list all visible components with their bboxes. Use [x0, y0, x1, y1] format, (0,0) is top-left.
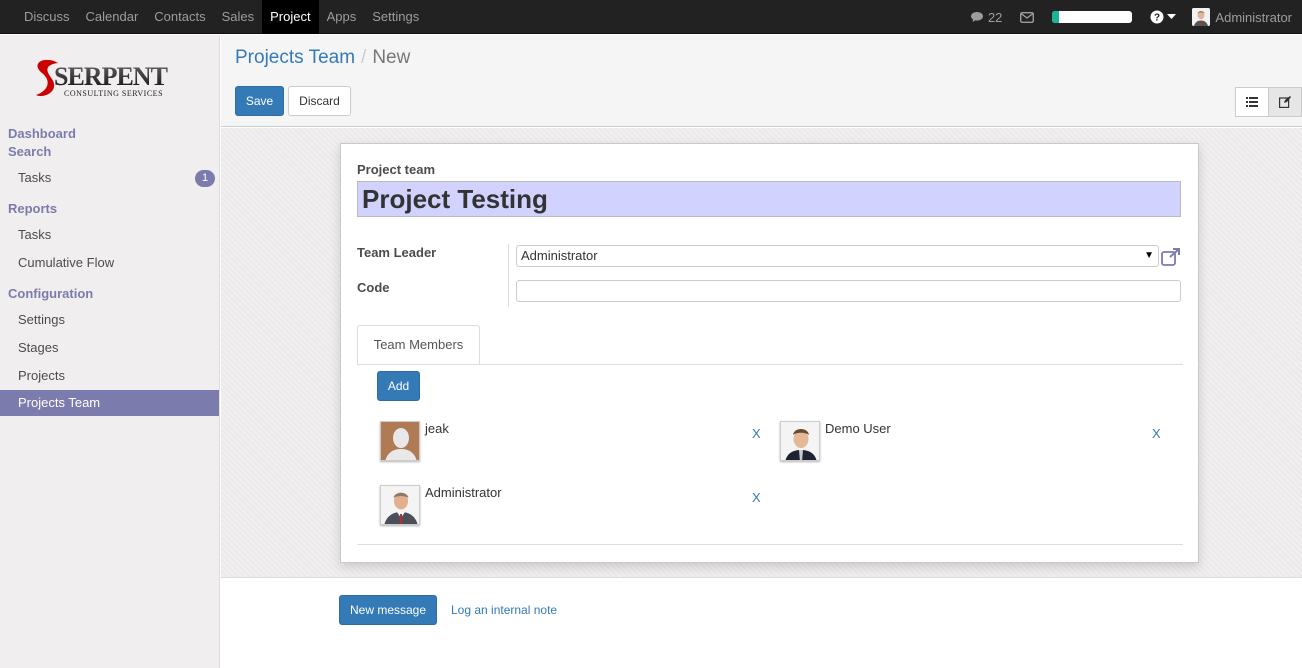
section-divider: [357, 544, 1183, 545]
log-internal-note-link[interactable]: Log an internal note: [451, 603, 557, 617]
chevron-down-icon: [1167, 14, 1177, 19]
menu-apps[interactable]: Apps: [319, 0, 365, 34]
question-icon: ?: [1150, 10, 1164, 24]
sidebar-item-stages[interactable]: Stages: [0, 335, 219, 361]
company-logo: SERPENT CONSULTING SERVICES: [30, 55, 190, 105]
external-link-button[interactable]: [1161, 248, 1181, 269]
menu-discuss[interactable]: Discuss: [16, 0, 78, 34]
member-card: Demo User X: [780, 421, 1180, 471]
member-name: Demo User: [825, 421, 891, 436]
new-message-button[interactable]: New message: [339, 595, 437, 625]
discard-button[interactable]: Discard: [288, 86, 351, 116]
code-input[interactable]: [516, 280, 1181, 302]
progress-fill: [1052, 11, 1059, 23]
user-menu[interactable]: Administrator: [1192, 0, 1302, 34]
member-card: Administrator X: [380, 485, 780, 535]
list-icon: [1246, 97, 1258, 107]
main-menu: Discuss Calendar Contacts Sales Project …: [16, 0, 427, 34]
project-team-label: Project team: [357, 162, 436, 177]
add-member-button[interactable]: Add: [377, 371, 420, 401]
breadcrumb-current: New: [372, 47, 411, 68]
progress-indicator: [1052, 0, 1133, 34]
progress-bar: [1052, 11, 1133, 23]
messages-count: 22: [987, 9, 1003, 25]
sidebar: SERPENT CONSULTING SERVICES Dashboard Se…: [0, 35, 220, 668]
member-avatar: [380, 421, 420, 461]
chat-icon: [970, 12, 983, 22]
team-leader-value: Administrator: [521, 248, 598, 263]
menu-calendar[interactable]: Calendar: [78, 0, 147, 34]
top-navbar: Discuss Calendar Contacts Sales Project …: [0, 0, 1302, 34]
project-team-name-input[interactable]: Project Testing: [357, 181, 1181, 217]
list-view-button[interactable]: [1235, 87, 1269, 117]
control-panel: Projects Team / New Save Discard: [221, 35, 1302, 127]
team-leader-label: Team Leader: [357, 245, 437, 260]
save-button[interactable]: Save: [235, 86, 284, 116]
sidebar-item-reports-tasks[interactable]: Tasks: [0, 222, 219, 248]
sidebar-item-dashboard[interactable]: Dashboard: [8, 126, 76, 141]
remove-member-button[interactable]: X: [752, 426, 761, 441]
dropdown-caret-icon: ▼: [1144, 250, 1154, 261]
form-sheet: Project team Project Testing Team Leader…: [340, 143, 1199, 563]
user-name: Administrator: [1215, 9, 1292, 25]
sidebar-section-configuration: Configuration: [8, 286, 94, 301]
remove-member-button[interactable]: X: [752, 490, 761, 505]
help-menu[interactable]: ?: [1150, 0, 1177, 34]
user-avatar: [1192, 8, 1211, 26]
member-avatar: [380, 485, 420, 525]
breadcrumb-parent[interactable]: Projects Team: [235, 47, 355, 68]
field-divider: [508, 244, 509, 307]
edit-icon: [1279, 96, 1291, 108]
menu-sales[interactable]: Sales: [214, 0, 263, 34]
team-leader-select[interactable]: Administrator ▼: [516, 245, 1159, 267]
member-name: Administrator: [425, 485, 502, 500]
tab-team-members[interactable]: Team Members: [357, 325, 480, 365]
form-view-button[interactable]: [1268, 87, 1302, 117]
serpent-logo: SERPENT CONSULTING SERVICES: [36, 59, 169, 98]
sidebar-item-settings[interactable]: Settings: [0, 307, 219, 333]
breadcrumb-separator: /: [361, 47, 367, 68]
member-card: jeak X: [380, 421, 780, 471]
sidebar-item-label: Tasks: [18, 170, 52, 185]
mail-button[interactable]: [1020, 0, 1035, 34]
logo-main-text: SERPENT: [54, 62, 168, 91]
code-label: Code: [357, 280, 390, 295]
member-avatar: [780, 421, 820, 461]
sidebar-item-projects-team[interactable]: Projects Team: [0, 390, 219, 416]
breadcrumb: Projects Team / New: [235, 47, 410, 69]
menu-settings[interactable]: Settings: [364, 0, 427, 34]
sidebar-section-reports: Reports: [8, 201, 58, 216]
sidebar-item-projects[interactable]: Projects: [0, 363, 219, 389]
logo-sub-text: CONSULTING SERVICES: [64, 89, 163, 98]
sidebar-item-tasks[interactable]: Tasks 1: [0, 165, 219, 191]
tasks-count-badge: 1: [195, 170, 215, 187]
tab-divider: [357, 364, 1183, 365]
external-link-icon: [1161, 248, 1180, 266]
sidebar-item-cumulative-flow[interactable]: Cumulative Flow: [0, 250, 219, 276]
remove-member-button[interactable]: X: [1152, 426, 1161, 441]
sidebar-item-search[interactable]: Search: [8, 144, 51, 159]
messages-indicator[interactable]: 22: [970, 0, 1002, 34]
member-name: jeak: [425, 421, 449, 436]
menu-contacts[interactable]: Contacts: [146, 0, 213, 34]
menu-project[interactable]: Project: [262, 0, 319, 34]
svg-text:?: ?: [1154, 13, 1160, 24]
envelope-icon: [1020, 11, 1035, 23]
